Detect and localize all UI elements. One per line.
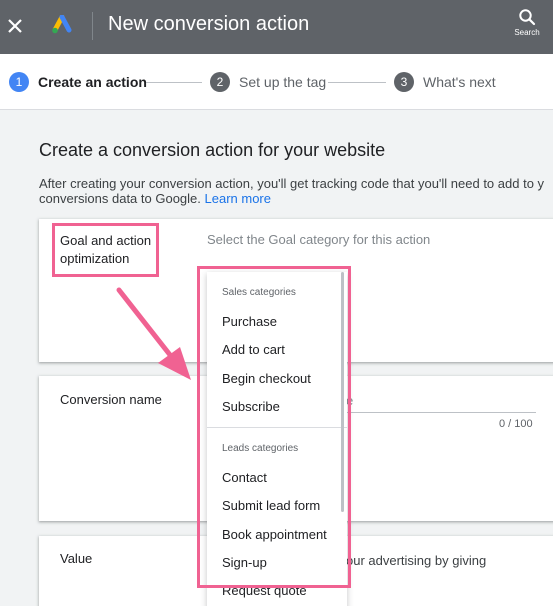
- learn-more-link[interactable]: Learn more: [205, 191, 271, 206]
- step-set-up-tag[interactable]: 2 Set up the tag: [210, 72, 326, 92]
- step-whats-next[interactable]: 3 What's next: [394, 72, 496, 92]
- goal-category-select[interactable]: Select the Goal category for this action: [207, 232, 430, 247]
- section-heading: Create a conversion action for your webs…: [39, 140, 386, 160]
- menu-item-add-to-cart[interactable]: Add to cart: [222, 342, 285, 357]
- conversion-name-label: Conversion name: [60, 392, 162, 407]
- value-description: our advertising by giving: [346, 553, 487, 568]
- step-label: Create an action: [38, 74, 147, 90]
- menu-item-book-appointment[interactable]: Book appointment: [222, 527, 327, 542]
- leads-categories-header: Leads categories: [222, 443, 299, 454]
- page-title: New conversion action: [108, 13, 310, 35]
- search-icon: [519, 9, 536, 26]
- menu-item-contact[interactable]: Contact: [222, 470, 267, 485]
- stepper: 1 Create an action 2 Set up the tag 3 Wh…: [0, 54, 553, 110]
- conversion-name-input[interactable]: [346, 412, 536, 413]
- step-connector: [146, 82, 202, 83]
- section-description: After creating your conversion action, y…: [39, 176, 553, 206]
- goal-label-annotation: [52, 223, 159, 277]
- menu-item-request-quote[interactable]: Request quote: [222, 583, 307, 598]
- search-button[interactable]: Search: [510, 8, 544, 44]
- step-label: What's next: [423, 74, 496, 90]
- google-ads-logo: [52, 15, 72, 34]
- description-line-1: After creating your conversion action, y…: [39, 176, 545, 191]
- char-counter: 0 / 100: [499, 418, 533, 430]
- step-number: 1: [9, 72, 29, 92]
- step-connector: [328, 82, 386, 83]
- sales-categories-header: Sales categories: [222, 287, 296, 298]
- menu-divider: [207, 427, 347, 428]
- goal-category-dropdown: Sales categories Purchase Add to cart Be…: [207, 272, 347, 606]
- step-label: Set up the tag: [239, 74, 327, 90]
- conversion-name-input-text[interactable]: e: [346, 393, 353, 408]
- app-bar: New conversion action Search: [0, 0, 553, 54]
- menu-item-sign-up[interactable]: Sign-up: [222, 555, 267, 570]
- close-icon[interactable]: [6, 14, 24, 38]
- menu-item-subscribe[interactable]: Subscribe: [222, 399, 280, 414]
- app-bar-divider: [92, 12, 93, 40]
- menu-item-begin-checkout[interactable]: Begin checkout: [222, 371, 311, 386]
- dropdown-scrollbar[interactable]: [341, 272, 344, 512]
- menu-item-submit-lead-form[interactable]: Submit lead form: [222, 498, 320, 513]
- step-number: 2: [210, 72, 230, 92]
- step-create-action[interactable]: 1 Create an action: [9, 72, 147, 92]
- search-label: Search: [514, 28, 540, 37]
- description-line-2: conversions data to Google.: [39, 191, 205, 206]
- step-number: 3: [394, 72, 414, 92]
- menu-item-purchase[interactable]: Purchase: [222, 314, 277, 329]
- value-label: Value: [60, 551, 93, 566]
